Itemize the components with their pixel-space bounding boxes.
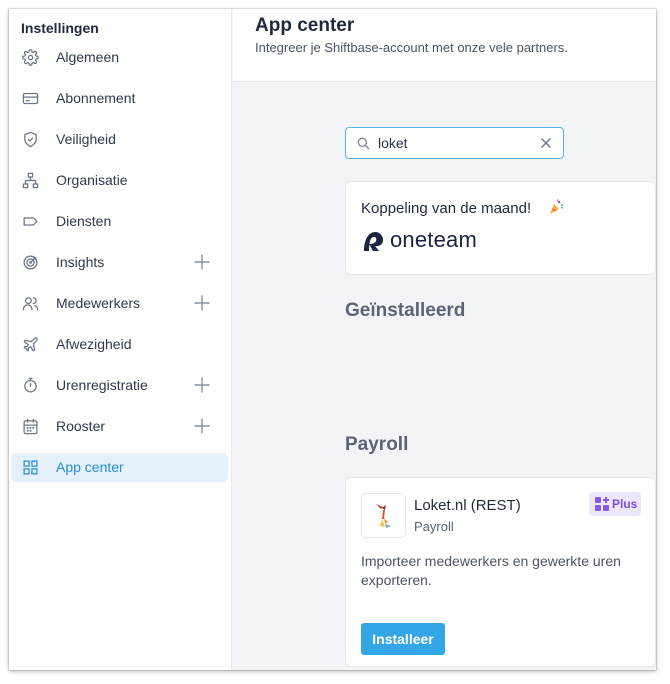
install-button[interactable]: Installeer — [361, 623, 445, 655]
expand-plus-icon[interactable] — [194, 295, 210, 311]
app-window: Instellingen Algemeen Abonnement Veiligh… — [9, 9, 656, 670]
credit-card-icon — [22, 90, 39, 107]
gear-icon — [22, 49, 39, 66]
expand-plus-icon[interactable] — [194, 254, 210, 270]
sidebar-item-afwezigheid[interactable]: Afwezigheid — [11, 324, 228, 365]
users-icon — [22, 295, 39, 312]
sidebar-item-rooster[interactable]: Rooster — [11, 406, 228, 447]
sidebar-item-label: App center — [56, 459, 124, 475]
page-title: App center — [255, 15, 355, 36]
page-subtitle: Integreer je Shiftbase-account met onze … — [255, 40, 568, 55]
search-icon — [357, 137, 370, 150]
plus-badge: Plus — [589, 492, 641, 516]
oneteam-logo: oneteam — [361, 227, 501, 254]
sidebar-item-label: Diensten — [56, 213, 112, 229]
page-header: App center Integreer je Shiftbase-accoun… — [233, 9, 656, 82]
app-description: Importeer medewerkers en gewerkte uren e… — [361, 553, 621, 588]
sidebar-item-label: Medewerkers — [56, 295, 141, 311]
apps-plus-icon — [595, 497, 609, 511]
expand-plus-icon[interactable] — [194, 377, 210, 393]
sidebar-item-algemeen[interactable]: Algemeen — [11, 37, 228, 78]
featured-integration-card[interactable]: Koppeling van de maand! oneteam — [345, 181, 656, 275]
sidebar-item-label: Afwezigheid — [56, 336, 132, 352]
sidebar-item-label: Abonnement — [56, 90, 136, 106]
loket-logo-icon — [376, 504, 391, 528]
app-category: Payroll — [414, 519, 454, 534]
sidebar-item-organisatie[interactable]: Organisatie — [11, 160, 228, 201]
sidebar-item-abonnement[interactable]: Abonnement — [11, 78, 228, 119]
sidebar-item-insights[interactable]: Insights — [11, 242, 228, 283]
calendar-icon — [22, 418, 39, 435]
sidebar-item-label: Veiligheid — [56, 131, 116, 147]
close-icon[interactable] — [540, 137, 552, 149]
sidebar-item-veiligheid[interactable]: Veiligheid — [11, 119, 228, 160]
badge-label: Plus — [612, 497, 638, 511]
grid-icon — [22, 459, 39, 476]
sidebar-item-label: Urenregistratie — [56, 377, 148, 393]
tag-icon — [22, 213, 39, 230]
section-heading-payroll: Payroll — [345, 434, 409, 455]
oneteam-mark-icon — [364, 232, 383, 251]
sidebar-item-urenregistratie[interactable]: Urenregistratie — [11, 365, 228, 406]
section-heading-installed: Geïnstalleerd — [345, 300, 466, 321]
search-input[interactable] — [378, 133, 528, 153]
target-icon — [22, 254, 39, 271]
sidebar-item-diensten[interactable]: Diensten — [11, 201, 228, 242]
expand-plus-icon[interactable] — [194, 418, 210, 434]
sidebar-item-app-center[interactable]: App center — [11, 453, 228, 482]
featured-title: Koppeling van de maand! — [361, 200, 532, 217]
settings-sidebar: Instellingen Algemeen Abonnement Veiligh… — [9, 9, 232, 670]
sidebar-title: Instellingen — [21, 20, 99, 36]
loket-logo — [361, 493, 406, 538]
sidebar-item-medewerkers[interactable]: Medewerkers — [11, 283, 228, 324]
app-card-loket[interactable]: Loket.nl (REST) Payroll Plus Importeer m… — [345, 477, 656, 667]
sidebar-nav: Algemeen Abonnement Veiligheid Organisat… — [9, 37, 232, 482]
sidebar-item-label: Organisatie — [56, 172, 128, 188]
app-search[interactable] — [345, 127, 564, 159]
plane-icon — [22, 336, 39, 353]
stopwatch-icon — [22, 377, 39, 394]
org-chart-icon — [22, 172, 39, 189]
sidebar-item-label: Rooster — [56, 418, 106, 434]
shield-icon — [22, 131, 39, 148]
sidebar-item-label: Insights — [56, 254, 105, 270]
oneteam-wordmark: oneteam — [390, 227, 478, 252]
sidebar-item-label: Algemeen — [56, 49, 120, 65]
app-name: Loket.nl (REST) — [414, 497, 521, 514]
party-popper-icon — [548, 199, 564, 215]
